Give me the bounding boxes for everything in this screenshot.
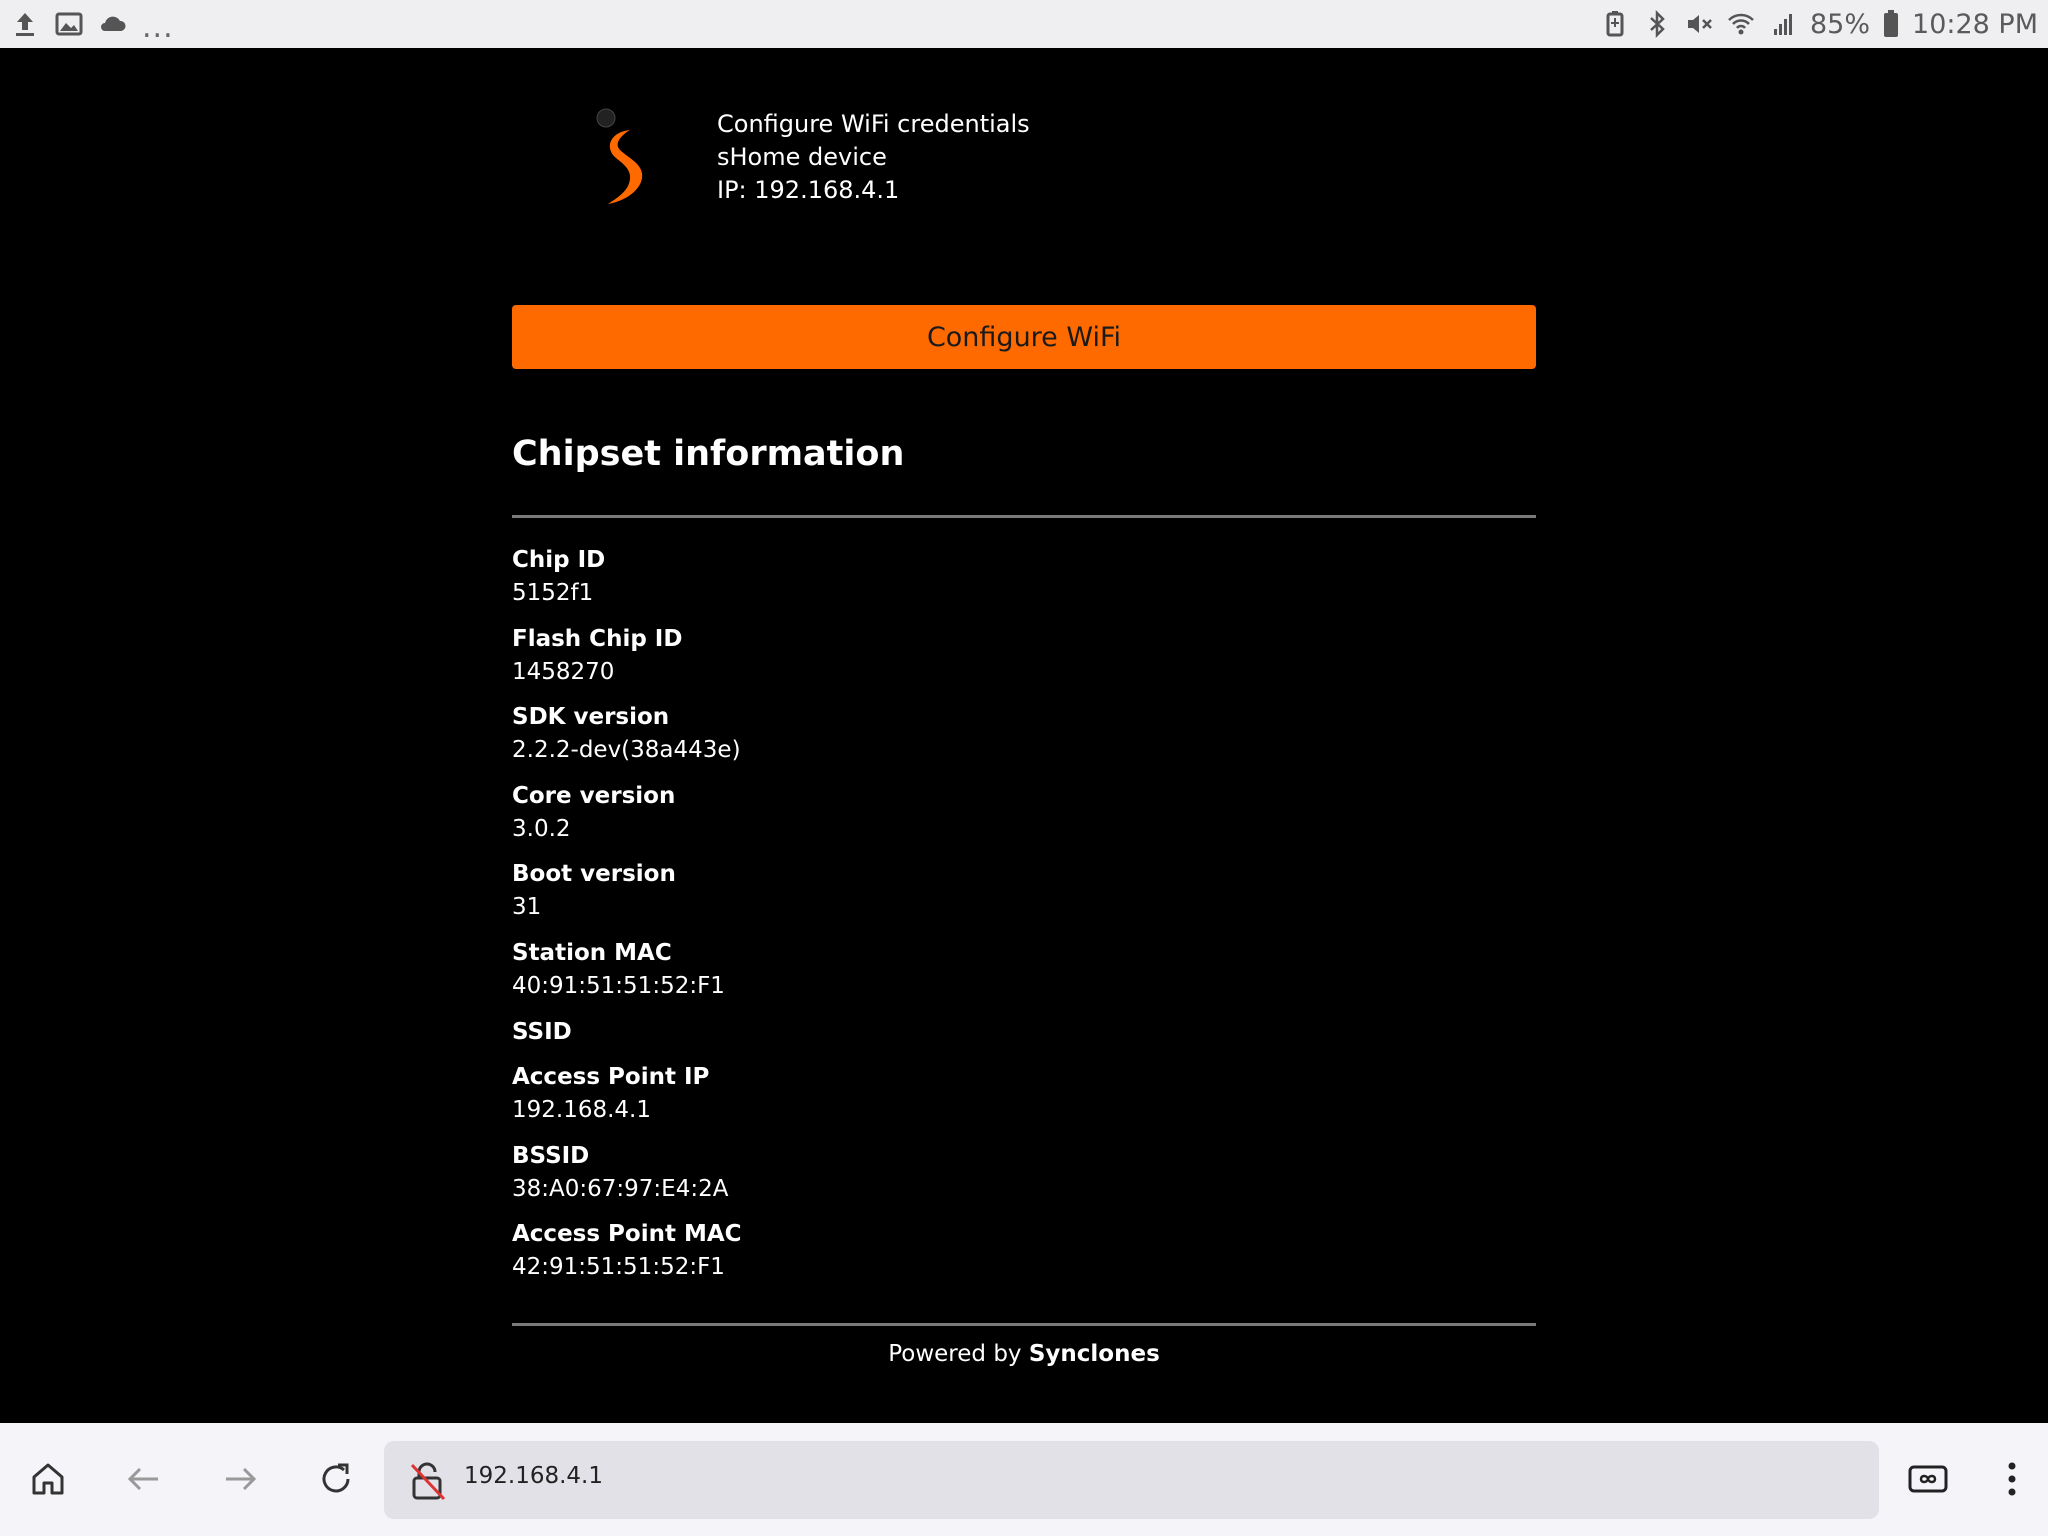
header-device: sHome device [717,143,887,171]
reload-button[interactable] [308,1451,364,1507]
info-label: Boot version [512,861,676,888]
wifi-icon [1726,9,1756,39]
info-label: Core version [512,782,676,809]
info-chip-id: Chip ID 5152f1 [512,544,1536,623]
mute-icon [1684,9,1714,39]
info-sdk-version: SDK version 2.2.2-dev(38a443e) [512,701,1536,780]
info-value: 42:91:51:51:52:F1 [512,1254,725,1281]
info-value: 5152f1 [512,580,594,606]
gallery-icon [54,9,84,39]
info-label: Chip ID [512,547,606,573]
forward-arrow-icon [226,1467,257,1491]
status-bar: ... 85% 10:28 PM [0,0,2048,48]
section-title: Chipset information [512,434,905,474]
upload-icon [10,9,40,39]
footer-brand: Synclones [1028,1341,1160,1367]
info-label: Access Point IP [512,1064,710,1091]
configure-wifi-button[interactable]: Configure WiFi [512,305,1536,369]
more-notifications: ... [142,9,174,45]
clock: 10:28 PM [1912,8,2038,40]
info-ssid: SSID [512,1016,1536,1062]
info-value: 40:91:51:51:52:F1 [512,972,725,999]
info-label: Flash Chip ID [512,625,683,652]
footer: Powered by Synclones [0,1341,2048,1367]
info-label: SDK version [512,704,670,731]
divider [512,1323,1536,1326]
back-button[interactable] [116,1451,172,1507]
footer-prefix: Powered by [888,1341,1029,1367]
insecure-lock-icon [410,1462,446,1501]
info-label: Access Point MAC [512,1221,742,1248]
synclones-logo [590,106,652,210]
tabs-button[interactable] [1900,1451,1956,1507]
info-label: Station MAC [512,939,672,966]
home-icon [32,1463,64,1495]
info-bssid: BSSID 38:A0:67:97:E4:2A [512,1140,1536,1219]
info-core-version: Core version 3.0.2 [512,780,1536,859]
info-station-mac: Station MAC 40:91:51:51:52:F1 [512,937,1536,1016]
battery-saver-icon [1600,9,1630,39]
info-value: 31 [512,894,542,921]
info-boot-version: Boot version 31 [512,858,1536,937]
info-value: 3.0.2 [512,815,571,842]
tabs-icon [1908,1465,1948,1493]
chipset-info-list: Chip ID 5152f1 Flash Chip ID 1458270 SDK… [512,544,1536,1297]
bluetooth-icon [1642,9,1672,39]
cloud-icon [98,9,128,39]
header-ip: IP: 192.168.4.1 [717,176,900,204]
info-access-point-mac: Access Point MAC 42:91:51:51:52:F1 [512,1218,1536,1297]
reload-icon [322,1463,350,1493]
back-arrow-icon [127,1467,158,1491]
info-access-point-ip: Access Point IP 192.168.4.1 [512,1061,1536,1140]
battery-percent: 85% [1810,8,1871,40]
info-label: SSID [512,1018,572,1045]
url-text: 192.168.4.1 [464,1463,603,1489]
info-flash-chip-id: Flash Chip ID 1458270 [512,623,1536,702]
info-value: 192.168.4.1 [512,1097,651,1124]
divider [512,515,1536,518]
signal-icon [1768,9,1798,39]
info-value: 1458270 [512,658,615,685]
menu-button[interactable] [1984,1451,2040,1507]
header-title: Configure WiFi credentials [717,110,1030,138]
page-content: Configure WiFi credentials sHome device … [0,48,2048,1423]
header-text: Configure WiFi credentials sHome device … [717,108,1030,207]
url-bar[interactable]: 192.168.4.1 [384,1441,1879,1519]
home-button[interactable] [20,1451,76,1507]
forward-button[interactable] [212,1451,268,1507]
browser-toolbar: 192.168.4.1 [0,1423,2048,1536]
more-vert-icon [2008,1462,2016,1496]
info-value: 2.2.2-dev(38a443e) [512,737,741,764]
battery-icon [1882,9,1900,39]
info-value: 38:A0:67:97:E4:2A [512,1175,729,1202]
info-label: BSSID [512,1142,590,1169]
